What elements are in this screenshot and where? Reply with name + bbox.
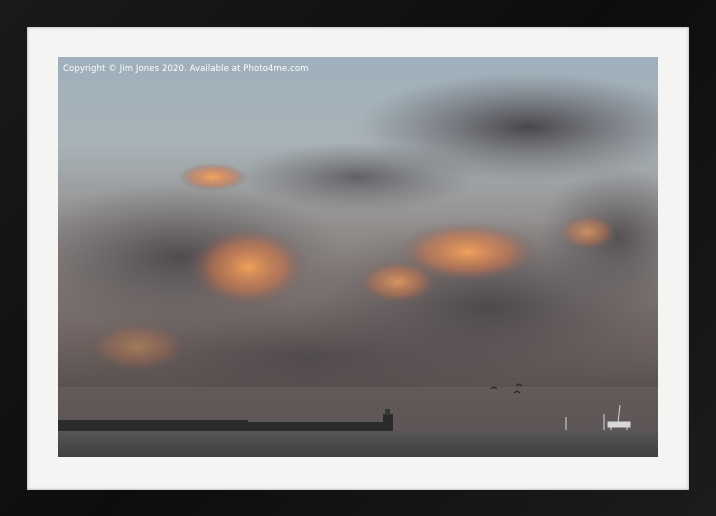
framed-photo: Copyright © Jim Jones 2020. Available at… bbox=[58, 57, 658, 457]
copyright-watermark: Copyright © Jim Jones 2020. Available at… bbox=[63, 64, 309, 74]
picture-frame: Copyright © Jim Jones 2020. Available at… bbox=[0, 0, 716, 516]
sea bbox=[58, 430, 658, 457]
seascape-scene bbox=[58, 72, 658, 457]
